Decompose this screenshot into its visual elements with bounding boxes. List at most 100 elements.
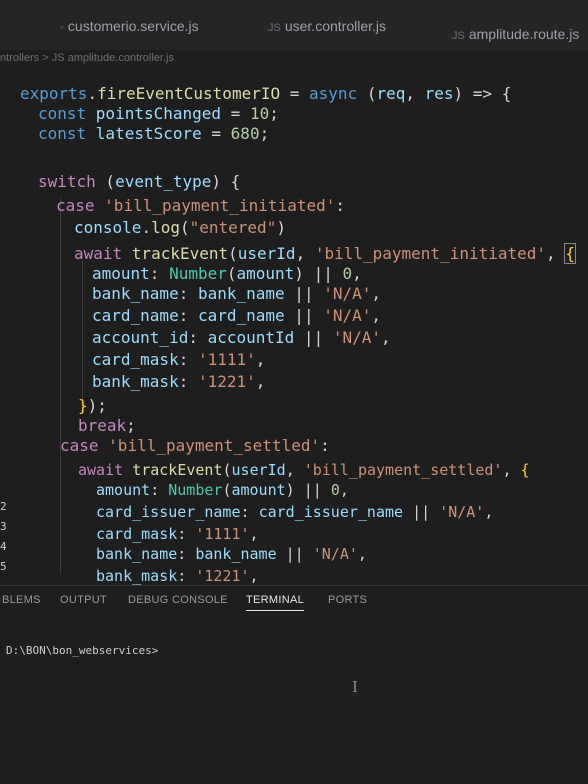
breadcrumb-file[interactable]: amplitude.controller.js xyxy=(68,52,174,64)
code-token: : xyxy=(177,545,196,563)
code-token: ) || xyxy=(294,264,343,283)
code-line: const latestScore = 680; xyxy=(38,124,269,144)
code-line: account_id: accountId || 'N/A', xyxy=(92,328,391,348)
code-token: break xyxy=(78,416,127,435)
code-token: , xyxy=(352,264,362,283)
code-line: await trackEvent(userId, 'bill_payment_s… xyxy=(78,460,530,480)
code-token: : xyxy=(335,196,345,215)
code-token: , xyxy=(249,567,259,585)
code-editor[interactable]: 2 3 4 5 exports.fireEventCustomerIO = as… xyxy=(0,78,588,585)
terminal-panel[interactable]: D:\BON\bon_webservices> I xyxy=(0,616,588,784)
code-token: ; xyxy=(269,104,279,123)
code-token: , xyxy=(339,481,349,499)
code-token: 'bill_payment_settled' xyxy=(108,436,321,455)
code-token: : xyxy=(178,372,198,391)
code-token: event_type xyxy=(115,172,212,191)
tab-problems[interactable]: BLEMS xyxy=(2,594,41,606)
code-line: amount: Number(amount) || 0, xyxy=(96,480,349,500)
code-token: 'N/A' xyxy=(323,284,372,303)
tab-amplitude-route[interactable]: JS amplitude.route.js xyxy=(452,26,579,42)
code-token: ) => { xyxy=(453,84,512,103)
code-line: bank_mask: '1221', xyxy=(92,372,265,392)
code-token: await xyxy=(74,244,132,263)
code-token: : xyxy=(149,264,170,283)
tab-label: customerio.service.js xyxy=(67,18,199,34)
editor-tab-bar: ◦ customerio.service.js JS user.controller… xyxy=(0,0,588,50)
line-number: 2 xyxy=(0,500,7,513)
code-line: console.log("entered") xyxy=(74,218,286,238)
code-token: const xyxy=(38,104,96,123)
code-token: trackEvent xyxy=(131,244,229,263)
code-token: , xyxy=(546,244,566,263)
code-token: amount xyxy=(92,264,150,283)
code-token: ; xyxy=(259,124,270,143)
code-token: || xyxy=(284,284,324,303)
code-token: ) || xyxy=(285,481,331,499)
tab-label: user.controller.js xyxy=(284,18,387,34)
code-token: 'bill_payment_settled' xyxy=(303,461,503,479)
code-token: : xyxy=(240,503,259,521)
code-token: log xyxy=(151,218,180,237)
code-token: amount xyxy=(231,481,286,499)
code-token: , xyxy=(255,350,266,369)
js-file-icon: JS xyxy=(452,30,465,42)
code-token: "entered" xyxy=(189,218,277,237)
code-token: = xyxy=(280,84,310,103)
breadcrumb-folder[interactable]: ntrollers xyxy=(0,52,39,64)
code-token: : xyxy=(320,436,330,455)
code-token: account_id xyxy=(92,328,189,347)
code-token: req xyxy=(376,84,406,103)
code-token: bank_name xyxy=(197,284,285,303)
tab-ports[interactable]: PORTS xyxy=(328,594,367,606)
code-line: switch (event_type) { xyxy=(38,172,240,192)
tab-terminal[interactable]: TERMINAL xyxy=(246,594,305,611)
tab-debug-console[interactable]: DEBUG CONSOLE xyxy=(128,594,228,606)
code-token: card_mask xyxy=(96,525,178,543)
code-line: card_mask: '1111', xyxy=(92,350,265,370)
code-token: bank_mask xyxy=(96,567,178,585)
code-token: 'N/A' xyxy=(332,328,381,347)
code-token: ( xyxy=(228,244,238,263)
code-token: || xyxy=(294,328,333,347)
code-token: ) { xyxy=(211,172,241,191)
code-token: await xyxy=(78,461,133,479)
code-token: ( xyxy=(226,264,237,283)
code-line: card_name: card_name || 'N/A', xyxy=(92,306,381,326)
js-file-icon: JS xyxy=(51,52,65,64)
code-token: , xyxy=(381,328,391,347)
code-line: const pointsChanged = 10; xyxy=(38,104,279,124)
code-token: . xyxy=(87,84,98,103)
code-token: 'bill_payment_initiated' xyxy=(104,196,336,215)
code-token: : xyxy=(178,350,198,369)
code-token: , xyxy=(357,545,367,563)
tab-user-controller[interactable]: JS user.controller.js xyxy=(268,18,386,34)
code-token: : xyxy=(150,481,169,499)
code-line: card_issuer_name: card_issuer_name || 'N… xyxy=(96,502,493,522)
code-token: amount xyxy=(96,481,151,499)
code-token: 0 xyxy=(342,264,353,283)
code-token: bank_name xyxy=(195,545,277,563)
code-line: }); xyxy=(78,396,107,416)
code-line: bank_mask: '1221', xyxy=(96,566,259,586)
code-token: const xyxy=(38,124,96,143)
js-file-icon: ◦ xyxy=(60,22,64,34)
code-token: bank_name xyxy=(92,284,179,303)
line-number: 5 xyxy=(0,560,7,573)
code-line: case 'bill_payment_settled': xyxy=(60,436,330,456)
code-token: res xyxy=(424,84,454,103)
tab-customerio-service[interactable]: ◦ customerio.service.js xyxy=(60,18,199,34)
code-token: case xyxy=(60,436,109,455)
code-token: : xyxy=(177,567,196,585)
code-token: } xyxy=(78,396,88,415)
code-token: , xyxy=(249,525,259,543)
tab-output[interactable]: OUTPUT xyxy=(60,594,107,606)
code-token: userId xyxy=(237,244,296,263)
line-number: 4 xyxy=(0,540,7,553)
code-token: ( xyxy=(95,172,116,191)
code-line: bank_name: bank_name || 'N/A', xyxy=(96,544,367,564)
code-token: || xyxy=(403,503,440,521)
code-token: 'N/A' xyxy=(323,306,372,325)
code-token: card_mask xyxy=(92,350,179,369)
code-token: || xyxy=(276,545,313,563)
terminal-prompt: D:\BON\bon_webservices> xyxy=(6,644,159,657)
